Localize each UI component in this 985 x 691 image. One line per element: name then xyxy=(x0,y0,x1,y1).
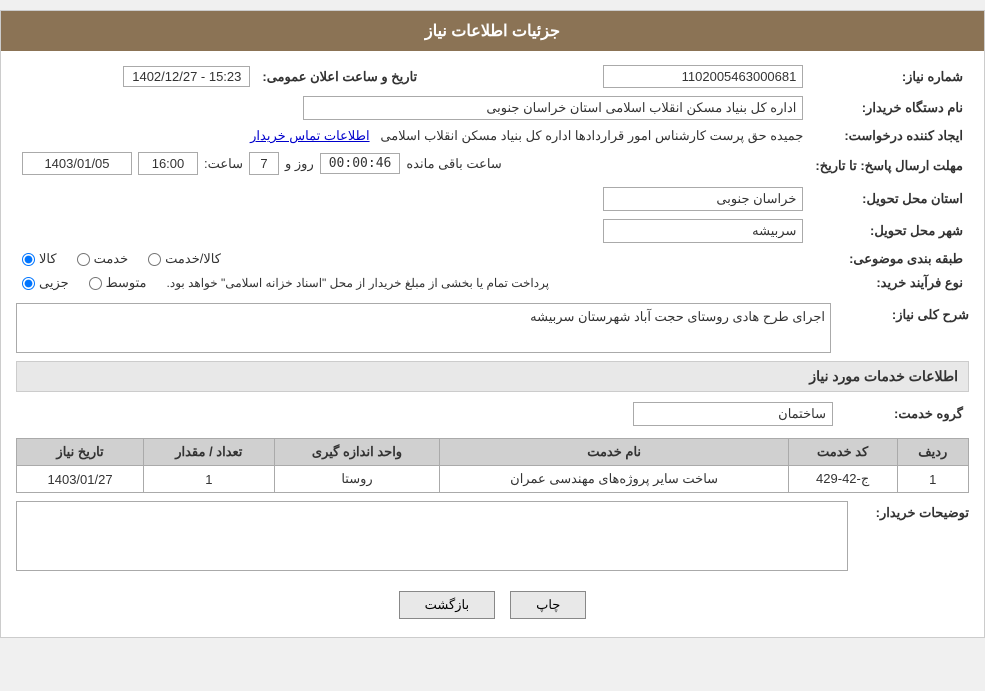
buyer-notes-label: توضیحات خریدار: xyxy=(856,501,969,521)
category-kala-khedmat-radio[interactable] xyxy=(148,253,161,266)
deadline-time-label: ساعت: xyxy=(204,156,243,172)
requester-value: جمیده حق پرست کارشناس امور قراردادها ادا… xyxy=(380,128,803,143)
requester-label: ایجاد کننده درخواست: xyxy=(809,124,969,148)
process-desc: پرداخت تمام یا بخشی از مبلغ خریدار از مح… xyxy=(167,276,550,290)
process-label: نوع فرآیند خرید: xyxy=(809,271,969,295)
process-jazee-label: جزیی xyxy=(39,275,69,291)
contact-link[interactable]: اطلاعات تماس خریدار xyxy=(250,128,369,143)
deadline-days-label: روز و xyxy=(285,156,314,172)
buyer-org-value: اداره کل بنیاد مسکن انقلاب اسلامی استان … xyxy=(303,96,803,120)
need-desc-label: شرح کلی نیاز: xyxy=(839,303,969,323)
col-qty: تعداد / مقدار xyxy=(144,439,274,466)
process-motavaset-radio[interactable] xyxy=(89,277,102,290)
service-group-label: گروه خدمت: xyxy=(839,398,969,430)
category-khedmat-radio[interactable] xyxy=(77,253,90,266)
announcement-label: تاریخ و ساعت اعلان عمومی: xyxy=(256,61,423,92)
service-group-value: ساختمان xyxy=(633,402,833,426)
back-button[interactable]: بازگشت xyxy=(399,591,495,619)
province-value: خراسان جنوبی xyxy=(603,187,803,211)
category-khedmat-label: خدمت xyxy=(94,251,129,267)
buyer-notes-input[interactable] xyxy=(16,501,848,571)
col-date: تاریخ نیاز xyxy=(17,439,144,466)
category-kala-label: کالا xyxy=(39,251,57,267)
category-kala-khedmat-label: کالا/خدمت xyxy=(165,251,221,267)
col-row: ردیف xyxy=(897,439,968,466)
deadline-date: 1403/01/05 xyxy=(22,152,132,175)
city-label: شهر محل تحویل: xyxy=(809,215,969,247)
deadline-time: 16:00 xyxy=(138,152,198,175)
col-name: نام خدمت xyxy=(440,439,788,466)
category-label: طبقه بندی موضوعی: xyxy=(809,247,969,271)
col-code: کد خدمت xyxy=(788,439,897,466)
province-label: استان محل تحویل: xyxy=(809,183,969,215)
category-kala-radio[interactable] xyxy=(22,253,35,266)
deadline-remaining-label: ساعت باقی مانده xyxy=(406,156,501,172)
page-title: جزئیات اطلاعات نیاز xyxy=(1,11,984,51)
deadline-days: 7 xyxy=(249,152,279,175)
col-unit: واحد اندازه گیری xyxy=(274,439,440,466)
table-row: 1ج-42-429ساخت سایر پروژه‌های مهندسی عمرا… xyxy=(17,466,969,493)
buyer-org-label: نام دستگاه خریدار: xyxy=(809,92,969,124)
process-motavaset-label: متوسط xyxy=(106,275,147,291)
deadline-label: مهلت ارسال پاسخ: تا تاریخ: xyxy=(809,148,969,183)
need-desc-value: اجرای طرح هادی روستای حجت آباد شهرستان س… xyxy=(16,303,831,353)
announcement-value: 1402/12/27 - 15:23 xyxy=(123,66,250,87)
print-button[interactable]: چاپ xyxy=(510,591,586,619)
need-number-label: شماره نیاز: xyxy=(809,61,969,92)
city-value: سربیشه xyxy=(603,219,803,243)
process-jazee-radio[interactable] xyxy=(22,277,35,290)
deadline-remaining: 00:00:46 xyxy=(320,153,401,174)
services-section-header: اطلاعات خدمات مورد نیاز xyxy=(16,361,969,392)
services-table: ردیف کد خدمت نام خدمت واحد اندازه گیری ت… xyxy=(16,438,969,493)
need-number-value: 1102005463000681 xyxy=(603,65,803,88)
